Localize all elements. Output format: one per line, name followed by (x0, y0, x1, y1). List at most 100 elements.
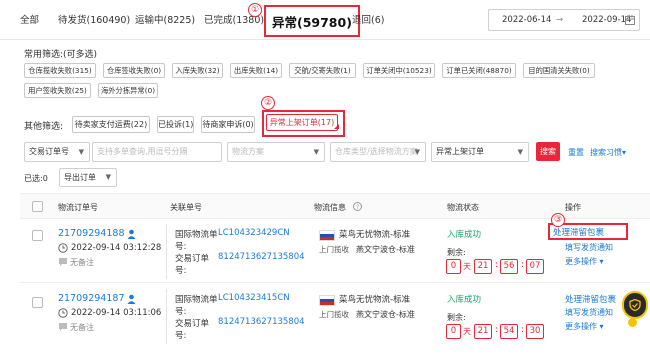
order-number-link[interactable]: 21709294188 (58, 228, 125, 239)
date-range-picker[interactable]: 2022-06-14 → 2022-09-14 (488, 9, 640, 31)
comment-icon (59, 323, 67, 331)
order-number-link[interactable]: 21709294187 (58, 293, 125, 304)
search-habit-link[interactable]: 搜索习惯▾ (590, 147, 626, 158)
assistant-dot-icon (628, 318, 637, 327)
ref-label-trade: 交易订单 (175, 319, 210, 329)
chevron-down-icon: ▼ (414, 148, 420, 156)
field-select[interactable]: 交易订单号 ▼ (24, 142, 90, 162)
carrier-name: 菜鸟无忧物流-标准 (339, 230, 411, 240)
filter-chip[interactable]: 订单已关闭(48870) (442, 63, 516, 78)
export-orders-button[interactable]: 导出订单 ▼ (59, 168, 117, 187)
status-select-value: 异常上架订单 (436, 147, 484, 156)
date-start: 2022-06-14 (502, 15, 552, 25)
ref-label-intl: 国际物流单 (175, 230, 218, 240)
col-ref-no: 关联单号 (170, 203, 202, 212)
timer-colon: : (495, 260, 499, 270)
search-button[interactable]: 搜索 (536, 142, 560, 161)
logistics-plan-select[interactable]: 物流方案 ▼ (227, 142, 325, 162)
timer-unit: 天 (463, 327, 471, 336)
reset-link[interactable]: 重置 (568, 147, 584, 158)
ref-label-intl: 国际物流单 (175, 295, 218, 305)
user-icon (127, 229, 136, 239)
other-filter-chip[interactable]: 待卖家支付运费(22) (72, 116, 150, 133)
ref-label-suffix: 号: (175, 242, 187, 252)
common-filters-title: 常用筛选:(可多选) (24, 50, 98, 60)
remaining-label: 剩余: (447, 313, 466, 322)
clock-icon (58, 308, 68, 318)
filter-chip[interactable]: 入库失败(32) (172, 63, 223, 78)
marker-3: ③ (551, 213, 565, 227)
intl-logistics-no-link[interactable]: LC104323429CN (218, 228, 290, 238)
more-actions-link[interactable]: 更多操作 ▾ (565, 256, 604, 267)
tab-pending[interactable]: 待发货(160490) (58, 11, 130, 31)
other-filters-title: 其他筛选: (24, 122, 64, 132)
ref-divider (166, 289, 167, 344)
chevron-down-icon: ▼ (105, 173, 111, 181)
timer-hours: 21 (474, 259, 492, 274)
date-end: 2022-09-14 (582, 15, 632, 25)
ref-label-suffix: 号: (175, 307, 187, 317)
timer-days: 0 (446, 259, 461, 274)
timer-days: 0 (446, 324, 461, 339)
other-filter-chip[interactable]: 待商家申诉(0) (201, 116, 255, 133)
date-sep: → (556, 15, 564, 25)
filter-chip[interactable]: 海外分拣异常(0) (98, 83, 158, 98)
search-input[interactable]: 支持多单查询,用逗号分隔 (92, 142, 222, 162)
export-label: 导出订单 (64, 173, 96, 182)
logistics-plan-placeholder: 物流方案 (232, 147, 264, 156)
intl-logistics-no-link[interactable]: LC104323415CN (218, 293, 290, 303)
warehouse-placeholder: 仓库类型/选择物流方案 (335, 147, 418, 156)
countdown-timer: 0 天 21 : 54 : 30 (446, 324, 566, 340)
timer-seconds: 30 (526, 324, 544, 339)
filter-chip[interactable]: 仓库签收失败(0) (103, 63, 165, 78)
fill-shipping-notice-link[interactable]: 填写发货通知 (565, 242, 613, 253)
filter-chip[interactable]: 仓库揽收失败(315) (24, 63, 96, 78)
tab-abnormal[interactable]: 异常(59780) (264, 5, 360, 37)
warehouse-name: 燕文宁波仓-标准 (356, 245, 415, 254)
filter-chip[interactable]: 目的国清关失败(0) (523, 63, 595, 78)
help-icon[interactable]: ? (353, 202, 362, 211)
order-note: 无备注 (70, 323, 94, 332)
comment-icon (59, 258, 67, 266)
filter-chip[interactable]: 出库失败(14) (230, 63, 282, 78)
filter-chip[interactable]: 交航/交寄失败(1) (289, 63, 356, 78)
handle-stranded-parcel-link[interactable]: 处理滞留包裹 (565, 293, 616, 305)
fill-shipping-notice-link[interactable]: 填写发货通知 (565, 307, 613, 318)
ref-label-suffix: 号: (175, 331, 187, 341)
marker-1: ① (248, 3, 262, 17)
tab-shipping[interactable]: 运输中(8225) (135, 11, 195, 31)
order-time: 2022-09-14 03:12:28 (71, 243, 162, 253)
svg-text:?: ? (356, 204, 359, 211)
countdown-timer: 0 天 21 : 56 : 07 (446, 259, 566, 275)
clock-icon (58, 243, 68, 253)
more-actions-link[interactable]: 更多操作 ▾ (565, 321, 604, 332)
table-row: 21709294188 2022-09-14 03:12:28 无备注 国际物流… (20, 219, 650, 283)
other-filter-chip[interactable]: 已投诉(1) (157, 116, 194, 133)
calendar-icon (625, 15, 635, 25)
other-filter-chip-active[interactable]: 异常上架订单(17) (266, 114, 338, 131)
col-order-no: 物流订单号 (58, 203, 98, 212)
tab-all[interactable]: 全部 (20, 11, 39, 31)
trade-order-no-link[interactable]: 8124713627135804 (218, 252, 305, 262)
filter-chip[interactable]: 用户签收失败(25) (24, 83, 91, 98)
remaining-label: 剩余: (447, 248, 466, 257)
chevron-down-icon: ▼ (78, 148, 84, 156)
handle-stranded-parcel-link[interactable]: 处理滞留包裹 (553, 226, 604, 238)
selected-corner-icon (334, 124, 339, 129)
assistant-bubble[interactable] (622, 291, 648, 319)
filter-chip[interactable]: 订单关闭中(10523) (363, 63, 435, 78)
order-time: 2022-09-14 03:11:06 (71, 308, 162, 318)
warehouse-select[interactable]: 仓库类型/选择物流方案 ▼ (330, 142, 426, 162)
row-checkbox[interactable] (32, 297, 43, 308)
user-icon (127, 294, 136, 304)
tab-returned[interactable]: 退回(6) (352, 11, 384, 31)
pickup-type: 上门揽收 (319, 310, 349, 319)
status-select[interactable]: 异常上架订单 ▼ (431, 142, 529, 162)
trade-order-no-link[interactable]: 8124713627135804 (218, 317, 305, 327)
timer-minutes: 56 (500, 259, 518, 274)
russia-flag-icon (319, 230, 335, 241)
timer-minutes: 54 (500, 324, 518, 339)
logistics-status: 入库成功 (447, 295, 482, 305)
row-checkbox[interactable] (32, 230, 43, 241)
select-all-checkbox[interactable] (32, 201, 43, 212)
